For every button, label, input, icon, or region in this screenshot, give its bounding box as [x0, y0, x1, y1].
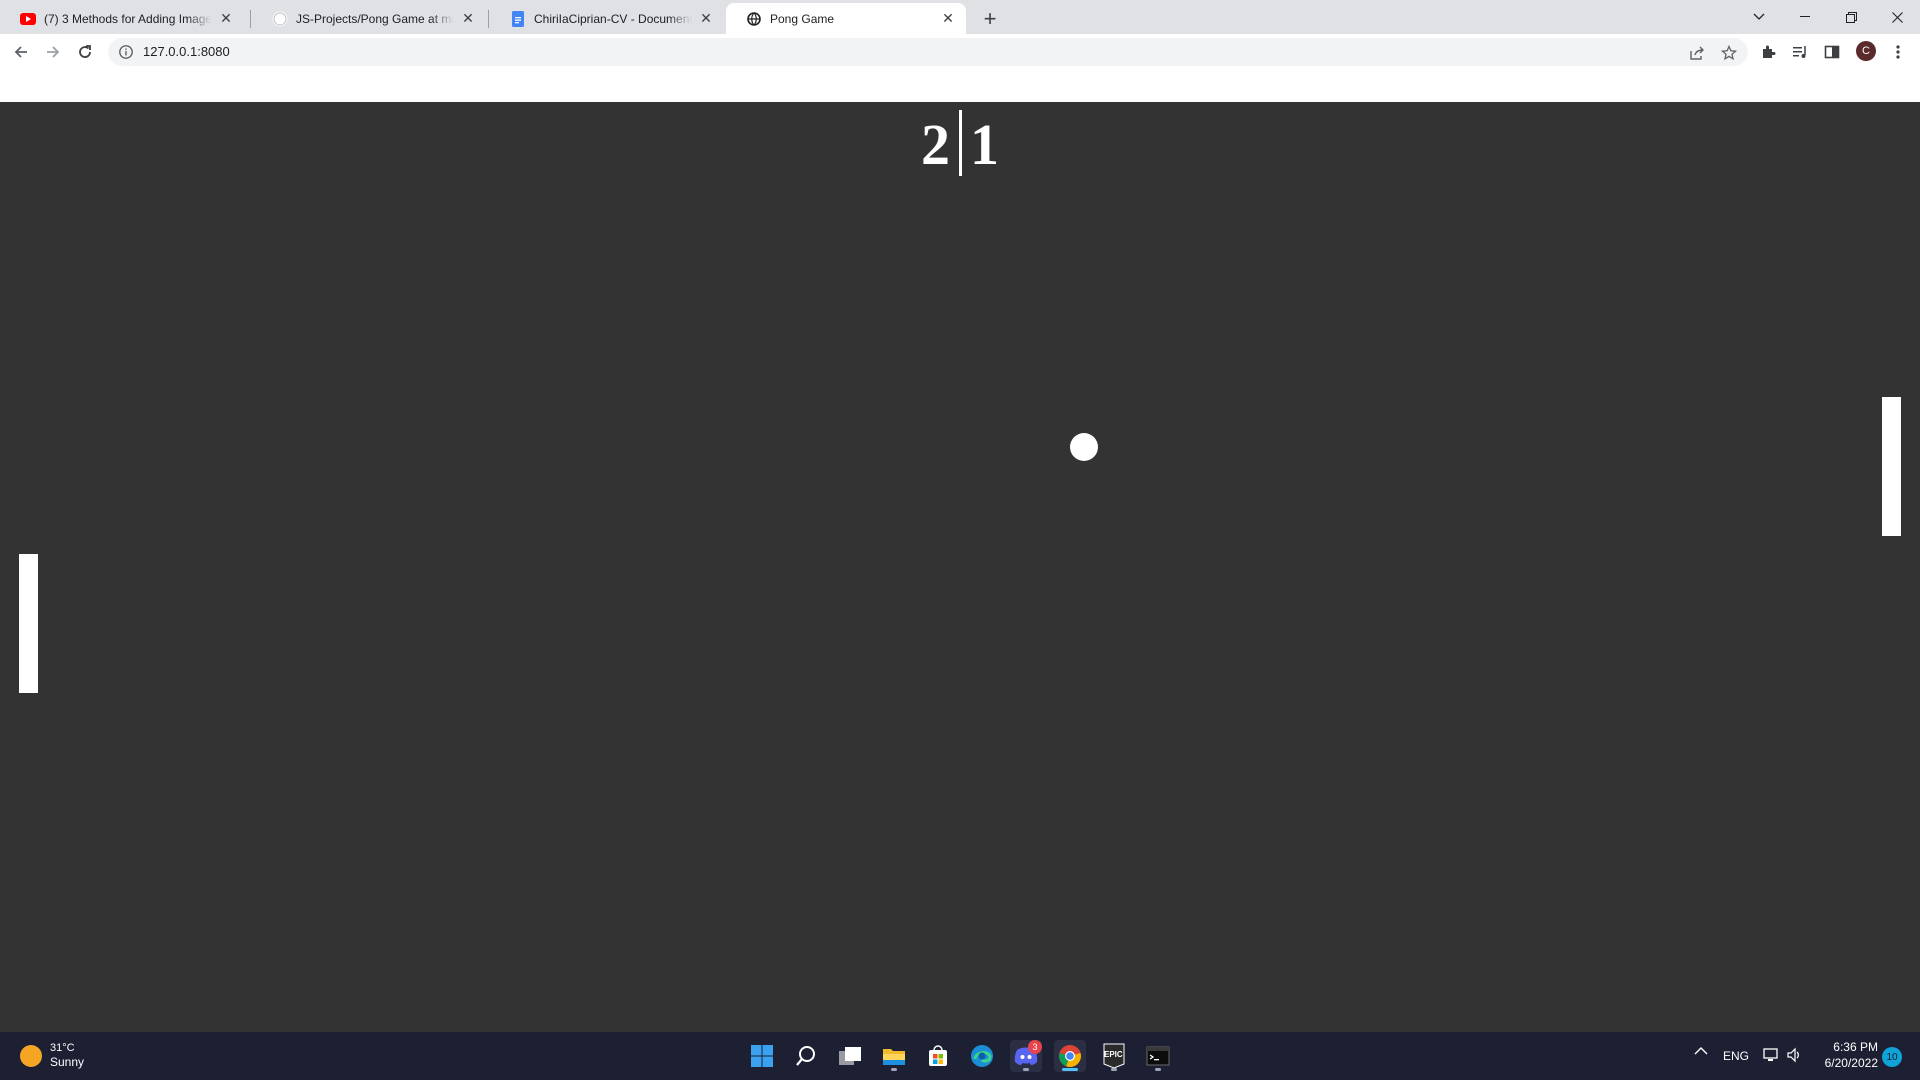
running-indicator — [1111, 1068, 1117, 1071]
tab-google-docs[interactable]: ChiriIaCiprian-CV - Documente Google ✕ — [490, 3, 724, 34]
minimize-icon[interactable] — [1782, 0, 1828, 34]
tab-search-icon[interactable] — [1736, 0, 1782, 34]
reload-icon[interactable] — [71, 38, 99, 66]
pong-game-canvas[interactable]: 2 1 — [0, 102, 1920, 1032]
file-explorer-icon[interactable] — [878, 1040, 910, 1072]
system-clock[interactable]: 6:36 PM 6/20/2022 — [1810, 1039, 1878, 1071]
search-icon[interactable] — [790, 1040, 822, 1072]
globe-icon — [746, 11, 762, 27]
bookmark-star-icon[interactable] — [1720, 44, 1738, 62]
weather-temperature: 31°C — [50, 1042, 75, 1054]
sun-icon — [20, 1044, 42, 1067]
left-paddle — [19, 554, 38, 693]
share-icon[interactable] — [1688, 44, 1706, 62]
close-tab-icon[interactable]: ✕ — [698, 10, 714, 27]
page-top-margin — [0, 70, 1920, 102]
restore-icon[interactable] — [1828, 0, 1874, 34]
profile-avatar[interactable]: C — [1856, 41, 1876, 61]
new-tab-button[interactable]: + — [976, 5, 1004, 33]
close-tab-icon[interactable]: ✕ — [460, 10, 476, 27]
address-bar[interactable]: 127.0.0.1:8080 — [108, 38, 1748, 66]
tab-title: ChiriIaCiprian-CV - Documente Google — [534, 11, 692, 26]
running-indicator — [1155, 1068, 1161, 1071]
right-paddle — [1882, 397, 1901, 536]
discord-icon[interactable]: 3 — [1010, 1040, 1042, 1072]
tab-strip: (7) 3 Methods for Adding Images to Canva… — [0, 0, 1920, 34]
volume-icon[interactable] — [1786, 1047, 1802, 1066]
github-icon — [272, 11, 288, 27]
tab-title: (7) 3 Methods for Adding Images to Canva… — [44, 11, 212, 26]
browser-toolbar: 127.0.0.1:8080 — [0, 34, 1920, 70]
task-view-icon[interactable] — [834, 1040, 866, 1072]
microsoft-store-icon[interactable] — [922, 1040, 954, 1072]
clock-time: 6:36 PM — [1833, 1040, 1878, 1054]
tab-pong-game[interactable]: Pong Game ✕ — [726, 3, 966, 34]
show-hidden-icons-chevron-icon[interactable] — [1694, 1045, 1708, 1059]
notification-center-badge[interactable]: 10 — [1882, 1047, 1902, 1067]
clock-date: 6/20/2022 — [1824, 1056, 1878, 1070]
tab-divider — [488, 10, 489, 28]
back-arrow-icon[interactable] — [7, 38, 35, 66]
close-tab-icon[interactable]: ✕ — [940, 10, 956, 27]
active-window-indicator — [1062, 1068, 1078, 1071]
weather-description: Sunny — [50, 1055, 85, 1069]
tab-title: JS-Projects/Pong Game at main — [296, 11, 454, 26]
close-tab-icon[interactable]: ✕ — [218, 10, 234, 27]
url-text[interactable]: 127.0.0.1:8080 — [143, 44, 230, 59]
left-player-score: 2 — [921, 112, 950, 177]
close-window-icon[interactable] — [1874, 0, 1920, 34]
tab-divider — [250, 10, 251, 28]
forward-arrow-icon[interactable] — [39, 38, 67, 66]
epic-games-icon[interactable]: EPIC — [1098, 1040, 1130, 1072]
windows-taskbar: 31°C Sunny 3 EPIC ENG 6:36 PM 6/20/2022 … — [0, 1032, 1920, 1080]
youtube-icon — [20, 11, 36, 27]
chrome-menu-icon[interactable] — [1888, 42, 1908, 62]
screen: (7) 3 Methods for Adding Images to Canva… — [0, 0, 1920, 1080]
right-player-score: 1 — [970, 112, 999, 177]
epic-games-label: EPIC — [1104, 1050, 1123, 1059]
site-info-icon[interactable] — [118, 44, 134, 60]
weather-widget[interactable]: 31°C Sunny — [20, 1041, 84, 1070]
running-indicator — [1023, 1068, 1029, 1071]
language-indicator[interactable]: ENG — [1723, 1049, 1749, 1063]
extensions-icon[interactable] — [1758, 42, 1778, 62]
tab-youtube[interactable]: (7) 3 Methods for Adding Images to Canva… — [0, 3, 244, 34]
ball — [1070, 433, 1098, 461]
side-panel-icon[interactable] — [1822, 42, 1842, 62]
network-icon[interactable] — [1763, 1047, 1779, 1066]
google-docs-icon — [510, 10, 526, 27]
start-icon[interactable] — [746, 1040, 778, 1072]
notification-badge: 3 — [1028, 1040, 1042, 1054]
running-indicator — [891, 1068, 897, 1071]
tab-title: Pong Game — [770, 11, 835, 26]
chrome-icon[interactable] — [1054, 1040, 1086, 1072]
edge-icon[interactable] — [966, 1040, 998, 1072]
media-control-icon[interactable] — [1790, 42, 1810, 62]
tab-github[interactable]: JS-Projects/Pong Game at main ✕ — [252, 3, 486, 34]
terminal-icon[interactable] — [1142, 1040, 1174, 1072]
